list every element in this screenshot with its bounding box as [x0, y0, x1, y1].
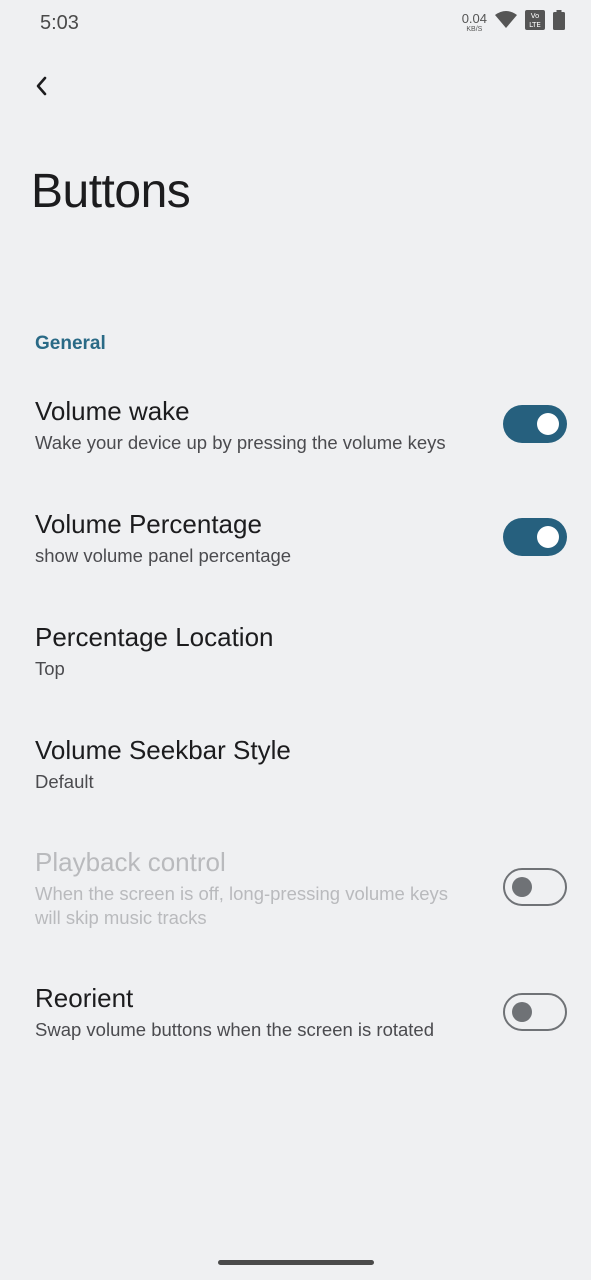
pref-percentage-location[interactable]: Percentage Location Top — [35, 622, 567, 681]
pref-summary: Swap volume buttons when the screen is r… — [35, 1019, 435, 1041]
section-header-general: General — [35, 333, 106, 354]
battery-icon — [553, 10, 565, 35]
pref-volume-percentage[interactable]: Volume Percentage show volume panel perc… — [35, 509, 567, 568]
home-indicator[interactable] — [218, 1260, 374, 1265]
playback-control-switch — [503, 868, 567, 906]
pref-summary: show volume panel percentage — [35, 545, 292, 567]
switch-thumb — [512, 1002, 532, 1022]
page-title: Buttons — [31, 165, 191, 218]
pref-reorient[interactable]: Reorient Swap volume buttons when the sc… — [35, 983, 567, 1042]
pref-volume-seekbar-style[interactable]: Volume Seekbar Style Default — [35, 735, 567, 794]
pref-title: Percentage Location — [35, 622, 274, 652]
pref-title: Playback control — [35, 847, 226, 877]
pref-summary: Top — [35, 658, 65, 680]
status-bar: 5:03 0.04 KB/S Vo LTE — [0, 0, 591, 46]
pref-title: Volume wake — [35, 396, 190, 426]
svg-text:Vo: Vo — [531, 12, 540, 20]
svg-text:LTE: LTE — [529, 21, 541, 29]
pref-title: Volume Seekbar Style — [35, 735, 291, 765]
pref-summary: Wake your device up by pressing the volu… — [35, 432, 446, 454]
wifi-icon — [495, 11, 517, 34]
pref-playback-control: Playback control When the screen is off,… — [35, 847, 567, 930]
reorient-switch[interactable] — [503, 993, 567, 1031]
volume-percentage-switch[interactable] — [503, 518, 567, 556]
switch-thumb — [537, 413, 559, 435]
network-speed: 0.04 KB/S — [462, 12, 487, 33]
status-icons: 0.04 KB/S Vo LTE — [462, 10, 565, 35]
pref-summary: When the screen is off, long-pressing vo… — [35, 883, 449, 929]
pref-volume-wake[interactable]: Volume wake Wake your device up by press… — [35, 396, 567, 455]
switch-thumb — [537, 526, 559, 548]
pref-title: Reorient — [35, 983, 134, 1013]
chevron-left-icon — [34, 74, 50, 103]
switch-thumb — [512, 877, 532, 897]
network-speed-value: 0.04 — [461, 11, 487, 26]
status-time: 5:03 — [40, 12, 79, 34]
volte-icon: Vo LTE — [525, 10, 545, 35]
back-button[interactable] — [24, 70, 60, 106]
volume-wake-switch[interactable] — [503, 405, 567, 443]
pref-title: Volume Percentage — [35, 509, 262, 539]
network-speed-unit: KB/S — [466, 26, 483, 33]
pref-summary: Default — [35, 771, 94, 793]
